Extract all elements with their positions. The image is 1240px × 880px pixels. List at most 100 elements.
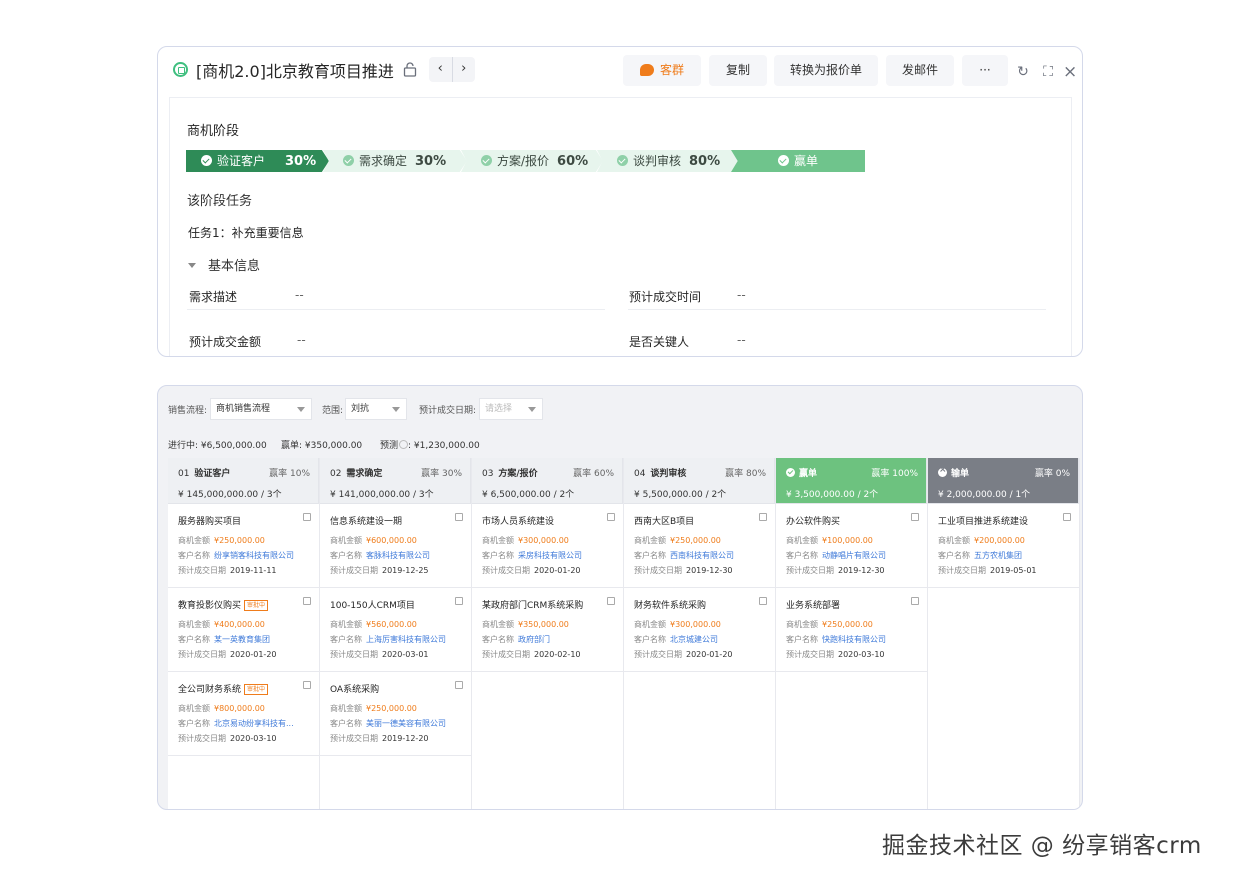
card-customer[interactable]: 北京城建公司 <box>670 635 718 644</box>
card-title[interactable]: OA系统采购 <box>330 682 461 695</box>
column-header[interactable]: 04 谈判审核 赢率 80% ¥ 5,500,000.00 / 2个 <box>624 458 775 504</box>
basic-info-toggle[interactable]: 基本信息 <box>188 255 260 274</box>
scope-filter-select[interactable]: 刘抗 <box>345 398 407 420</box>
card-details: 商机金额 ¥250,000.00 客户名称 西南科技有限公司 预计成交日期 2019-12… <box>634 537 765 575</box>
opportunity-card[interactable]: 教育投影仪购买 审批中商机金额 ¥400,000.00 客户名称 某一英教育集团 预计成交… <box>168 588 319 672</box>
card-customer[interactable]: 采房科技有限公司 <box>518 551 582 560</box>
opportunity-card[interactable]: 100-150人CRM项目 商机金额 ¥560,000.00 客户名称 上海厉害科技有限… <box>320 588 471 672</box>
opportunity-card[interactable]: 服务器购买项目商机金额 ¥250,000.00 客户名称 纷享销客科技有限公司 预计成交… <box>168 504 319 588</box>
field-value[interactable]: -- <box>297 333 306 347</box>
card-title[interactable]: 教育投影仪购买 审批中 <box>178 598 309 611</box>
opportunity-card[interactable]: 西南大区B项目商机金额 ¥250,000.00 客户名称 西南科技有限公司 预计成交日期… <box>624 504 775 588</box>
card-customer[interactable]: 政府部门 <box>518 635 550 644</box>
opportunity-card[interactable]: 办公软件购买 商机金额 ¥100,000.00 客户名称 动静唱片有限公司 预计成交日期 2… <box>776 504 927 588</box>
opportunity-card[interactable]: 市场人员系统建设 商机金额 ¥300,000.00 客户名称 采房科技有限公司 预计成交日… <box>472 504 623 588</box>
edit-icon[interactable] <box>607 513 615 521</box>
stage-proposal[interactable]: 方案/报价 60% <box>461 150 603 172</box>
card-title[interactable]: 办公软件购买 <box>786 514 917 527</box>
help-icon[interactable] <box>399 440 409 449</box>
date-filter-select[interactable]: 请选择 <box>479 398 543 420</box>
card-amount-row: 商机金额 ¥300,000.00 <box>482 536 569 545</box>
card-date: 2019-12-25 <box>382 566 429 575</box>
column-header[interactable]: 赢单 赢率 100% ¥ 3,500,000.00 / 2个 <box>776 458 927 504</box>
card-title[interactable]: 工业项目推进系统建设 <box>938 514 1069 527</box>
opportunity-card[interactable]: 信息系统建设一期 商机金额 ¥600,000.00 客户名称 客脉科技有限公司 预计成交日… <box>320 504 471 588</box>
card-customer[interactable]: 快跑科技有限公司 <box>822 635 886 644</box>
expand-icon[interactable]: ⛶ <box>1041 65 1055 79</box>
card-customer[interactable]: 客脉科技有限公司 <box>366 551 430 560</box>
opportunity-card[interactable]: 全公司财务系统 审批中 商机金额 ¥800,000.00 客户名称 北京易动纷享科技有..… <box>168 672 319 756</box>
process-filter-select[interactable]: 商机销售流程 <box>210 398 312 420</box>
card-date-row: 预计成交日期 2020-01-20 <box>482 566 581 575</box>
card-customer[interactable]: 动静唱片有限公司 <box>822 551 886 560</box>
card-customer[interactable]: 北京易动纷享科技有... <box>214 719 294 728</box>
next-record-button[interactable]: › <box>453 57 476 82</box>
card-amount: ¥400,000.00 <box>214 620 265 629</box>
card-title[interactable]: 信息系统建设一期 <box>330 514 461 527</box>
edit-icon[interactable] <box>911 597 919 605</box>
field-value[interactable]: -- <box>737 288 746 302</box>
opportunity-card[interactable]: 工业项目推进系统建设 商机金额 ¥200,000.00 客户名称 五方农机集团 预计成交日… <box>928 504 1079 588</box>
field-value[interactable]: -- <box>295 288 304 302</box>
edit-icon[interactable] <box>455 513 463 521</box>
edit-icon[interactable] <box>303 597 311 605</box>
card-date-row: 预计成交日期 2019-12-20 <box>330 734 429 743</box>
column-header[interactable]: 输单赢率 0%¥ 2,000,000.00 / 1个 <box>928 458 1079 504</box>
send-email-button[interactable]: 发邮件 <box>886 55 954 86</box>
edit-icon[interactable] <box>455 597 463 605</box>
more-button[interactable]: ··· <box>962 55 1008 86</box>
card-customer-row: 客户名称 上海厉害科技有限公司 <box>330 635 446 644</box>
field-value[interactable]: -- <box>737 333 746 347</box>
edit-icon[interactable] <box>303 681 311 689</box>
card-customer[interactable]: 美丽一德美容有限公司 <box>366 719 446 728</box>
card-date: 2019-12-30 <box>838 566 885 575</box>
card-customer[interactable]: 纷享销客科技有限公司 <box>214 551 294 560</box>
edit-icon[interactable] <box>759 597 767 605</box>
copy-button[interactable]: 复制 <box>709 55 767 86</box>
prev-record-button[interactable]: ‹ <box>429 57 453 82</box>
card-title[interactable]: 100-150人CRM项目 <box>330 598 461 611</box>
card-title[interactable]: 业务系统部署 <box>786 598 917 611</box>
column-header[interactable]: 01 验证客户 赢率 10% ¥ 145,000,000.00 / 3个 <box>168 458 319 504</box>
card-customer-row: 客户名称 动静唱片有限公司 <box>786 551 886 560</box>
column-total: ¥ 5,500,000.00 / 2个 <box>634 490 727 500</box>
edit-icon[interactable] <box>607 597 615 605</box>
card-details: 商机金额 ¥400,000.00 客户名称 某一英教育集团 预计成交日期 2020-01-… <box>178 621 309 659</box>
stage-won[interactable]: 赢单 <box>731 150 865 172</box>
opportunity-card[interactable]: 财务软件系统采购 商机金额 ¥300,000.00 客户名称 北京城建公司 预计成交日期 2… <box>624 588 775 672</box>
card-title[interactable]: 服务器购买项目 <box>178 514 309 527</box>
opportunity-card[interactable]: 业务系统部署 商机金额 ¥250,000.00 客户名称 快跑科技有限公司 预计成交日期 2… <box>776 588 927 672</box>
card-title[interactable]: 某政府部门CRM系统采购 <box>482 598 613 611</box>
column-win-rate: 赢率 30% <box>421 469 462 479</box>
lock-icon[interactable] <box>403 62 417 77</box>
convert-to-quote-button[interactable]: 转换为报价单 <box>774 55 878 86</box>
card-title[interactable]: 西南大区B项目 <box>634 514 765 527</box>
stage-requirement[interactable]: 需求确定 30% <box>323 150 467 172</box>
stage-verify-customer[interactable]: 验证客户 30% <box>186 150 329 172</box>
card-customer[interactable]: 五方农机集团 <box>974 551 1022 560</box>
stage-progress: 验证客户 30% 需求确定 30% 方案/报价 60% 谈判审核 80% 赢单 <box>186 150 866 172</box>
card-title[interactable]: 财务软件系统采购 <box>634 598 765 611</box>
refresh-icon[interactable]: ↻ <box>1016 65 1030 79</box>
edit-icon[interactable] <box>911 513 919 521</box>
stage-negotiation[interactable]: 谈判审核 80% <box>597 150 738 172</box>
card-details: 商机金额 ¥250,000.00 客户名称 纷享销客科技有限公司 预计成交日期 2019-… <box>178 537 309 575</box>
opportunity-card[interactable]: 某政府部门CRM系统采购 商机金额 ¥350,000.00 客户名称 政府部门 预计成交日… <box>472 588 623 672</box>
card-date: 2020-03-10 <box>230 734 277 743</box>
column-header[interactable]: 02 需求确定 赢率 30% ¥ 141,000,000.00 / 3个 <box>320 458 471 504</box>
caret-down-icon <box>188 263 196 268</box>
opportunity-card[interactable]: OA系统采购 商机金额 ¥250,000.00 客户名称 美丽一德美容有限公司 预计成交日… <box>320 672 471 756</box>
stage-section-title: 商机阶段 <box>187 124 240 139</box>
column-header[interactable]: 03 方案/报价 赢率 60% ¥ 6,500,000.00 / 2个 <box>472 458 623 504</box>
edit-icon[interactable] <box>455 681 463 689</box>
card-customer[interactable]: 西南科技有限公司 <box>670 551 734 560</box>
edit-icon[interactable] <box>759 513 767 521</box>
close-icon[interactable]: × <box>1063 64 1077 81</box>
customer-group-button[interactable]: 客群 <box>623 55 701 86</box>
card-title[interactable]: 市场人员系统建设 <box>482 514 613 527</box>
card-title[interactable]: 全公司财务系统 审批中 <box>178 682 309 695</box>
edit-icon[interactable] <box>303 513 311 521</box>
edit-icon[interactable] <box>1063 513 1071 521</box>
card-customer[interactable]: 上海厉害科技有限公司 <box>366 635 446 644</box>
card-customer[interactable]: 某一英教育集团 <box>214 635 270 644</box>
